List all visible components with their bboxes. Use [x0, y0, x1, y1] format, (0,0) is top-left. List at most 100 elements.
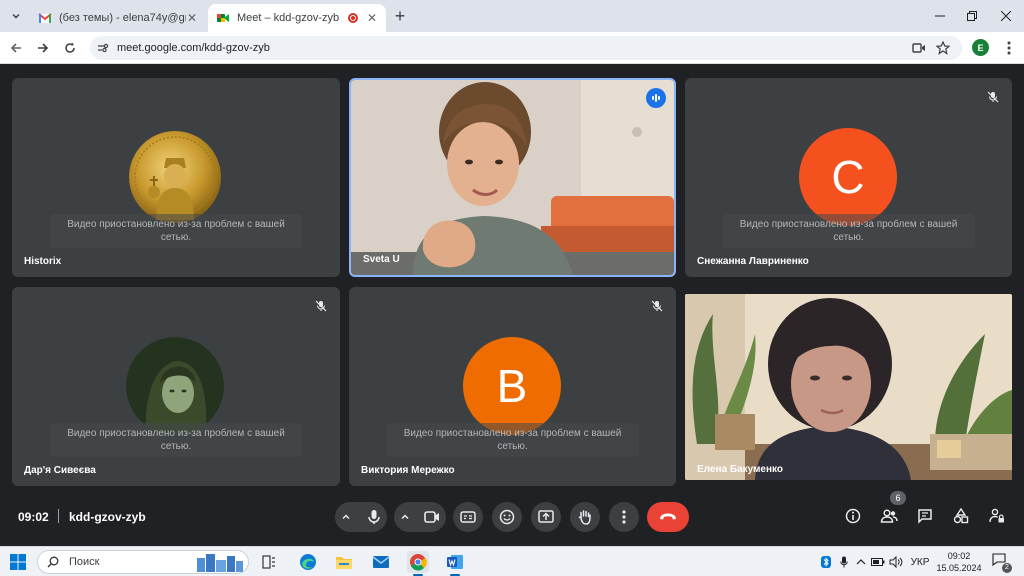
restore-icon [967, 11, 977, 21]
site-info-icon[interactable] [95, 40, 111, 56]
emoji-icon [499, 509, 515, 525]
clock-time: 09:02 [947, 551, 971, 561]
reload-button[interactable] [60, 38, 80, 58]
chevron-up-icon[interactable] [854, 555, 868, 569]
video-paused-message: Видео приостановлено из-за проблем с ваш… [386, 423, 639, 457]
system-clock[interactable]: 09:02 15.05.2024 [935, 550, 983, 574]
mail-app[interactable] [370, 551, 392, 573]
folder-icon [336, 557, 352, 569]
clock-date: 15.05.2024 [936, 563, 982, 573]
activities-button[interactable] [949, 504, 973, 528]
reload-icon [65, 42, 75, 53]
address-bar[interactable]: meet.google.com/kdd-gzov-zyb [90, 36, 962, 60]
present-screen-icon [538, 510, 554, 523]
input-language[interactable]: УКР [908, 555, 932, 569]
search-icon [47, 556, 59, 568]
chevron-up-icon[interactable] [341, 512, 351, 522]
file-explorer-app[interactable] [333, 551, 355, 573]
hand-icon [578, 510, 591, 525]
avatar-photo [126, 337, 224, 435]
close-tab-icon[interactable]: ✕ [366, 11, 378, 25]
taskbar-search-box[interactable]: Поиск [37, 550, 249, 574]
people-button[interactable] [877, 504, 901, 528]
tab-title: Meet – kdd-gzov-zyb [237, 12, 340, 24]
edge-app[interactable] [297, 551, 319, 573]
participant-tile-darya: Видео приостановлено из-за проблем с ваш… [12, 287, 340, 486]
bluetooth-icon[interactable] [820, 555, 832, 569]
chevron-up-icon[interactable] [400, 512, 410, 522]
battery-icon[interactable] [871, 555, 885, 569]
participant-name: Снежанна Лавриненко [697, 256, 809, 267]
meeting-code: kdd-gzov-zyb [69, 510, 146, 524]
recording-icon [348, 13, 358, 23]
divider [58, 509, 59, 523]
meeting-time: 09:02 [18, 510, 49, 524]
participant-tile-sveta: Sveta U [349, 78, 676, 277]
menu-kebab-icon[interactable] [1000, 39, 1018, 57]
arrow-left-icon [10, 43, 21, 53]
chat-icon [918, 509, 932, 524]
search-placeholder: Поиск [69, 556, 100, 568]
participant-tile-snezhanna: C Видео приостановлено из-за проблем с в… [685, 78, 1012, 277]
close-icon [1001, 11, 1011, 21]
chat-button[interactable] [913, 504, 937, 528]
minimize-button[interactable] [930, 6, 950, 26]
tab-gmail[interactable]: (без темы) - elena74y@gmail.com ✕ [30, 4, 206, 32]
forward-button[interactable] [33, 38, 53, 58]
video-paused-message: Видео приостановлено из-за проблем с ваш… [722, 214, 975, 248]
participant-tile-viktoria: B Видео приостановлено из-за проблем с в… [349, 287, 676, 486]
leave-call-button[interactable] [647, 502, 689, 532]
people-icon [880, 509, 898, 523]
mail-icon [372, 556, 390, 568]
profile-avatar[interactable]: E [972, 39, 989, 56]
new-tab-button[interactable]: + [390, 6, 410, 26]
chevron-down-icon [12, 13, 20, 19]
mic-off-icon [312, 297, 330, 315]
camera-icon[interactable] [424, 511, 440, 523]
participant-video [351, 80, 674, 275]
close-tab-icon[interactable]: ✕ [186, 11, 198, 25]
avatar-letter: B [463, 337, 561, 435]
windows-taskbar: Поиск УКР 09:02 15.05.2024 2 [0, 546, 1024, 576]
video-paused-message: Видео приостановлено из-за проблем с ваш… [50, 214, 302, 248]
raise-hand-button[interactable] [570, 502, 600, 532]
tab-search-button[interactable] [6, 6, 26, 26]
chrome-app[interactable] [407, 551, 429, 576]
back-button[interactable] [6, 38, 26, 58]
more-options-button[interactable] [609, 502, 639, 532]
tab-meet[interactable]: Meet – kdd-gzov-zyb ✕ [208, 4, 386, 32]
microphone-control[interactable] [335, 502, 387, 532]
avatar-gold-coin [126, 128, 224, 226]
shapes-icon [953, 508, 969, 524]
host-controls-button[interactable] [985, 504, 1009, 528]
microphone-tray-icon[interactable] [838, 555, 850, 569]
camera-control[interactable] [394, 502, 446, 532]
restore-button[interactable] [962, 6, 982, 26]
captions-icon [460, 511, 476, 523]
close-window-button[interactable] [996, 6, 1016, 26]
present-screen-button[interactable] [531, 502, 561, 532]
volume-icon[interactable] [889, 555, 903, 569]
lock-person-icon [989, 508, 1004, 523]
arrow-right-icon [38, 43, 49, 53]
kebab-menu-icon [622, 510, 626, 524]
word-app[interactable] [444, 551, 466, 576]
word-icon [447, 555, 463, 569]
participant-name: Дар'я Сивеєва [24, 465, 96, 476]
city-search-highlight-icon [197, 554, 243, 572]
task-view-app[interactable] [258, 551, 280, 573]
microphone-icon[interactable] [367, 509, 381, 525]
participant-name: Sveta U [363, 254, 400, 265]
cast-video-icon[interactable] [910, 39, 928, 57]
reactions-button[interactable] [492, 502, 522, 532]
windows-start-icon[interactable] [10, 554, 26, 570]
bookmark-star-icon[interactable] [934, 39, 952, 57]
tab-strip: (без темы) - elena74y@gmail.com ✕ Meet –… [0, 0, 1024, 32]
notifications-button[interactable]: 2 [992, 553, 1012, 573]
meeting-details-button[interactable] [841, 504, 865, 528]
url-text: meet.google.com/kdd-gzov-zyb [117, 42, 270, 54]
captions-button[interactable] [453, 502, 483, 532]
participant-name: Виктория Мережко [361, 465, 455, 476]
participant-video [685, 294, 1012, 480]
participant-tile-elena: Елена Бакуменко [685, 294, 1012, 480]
